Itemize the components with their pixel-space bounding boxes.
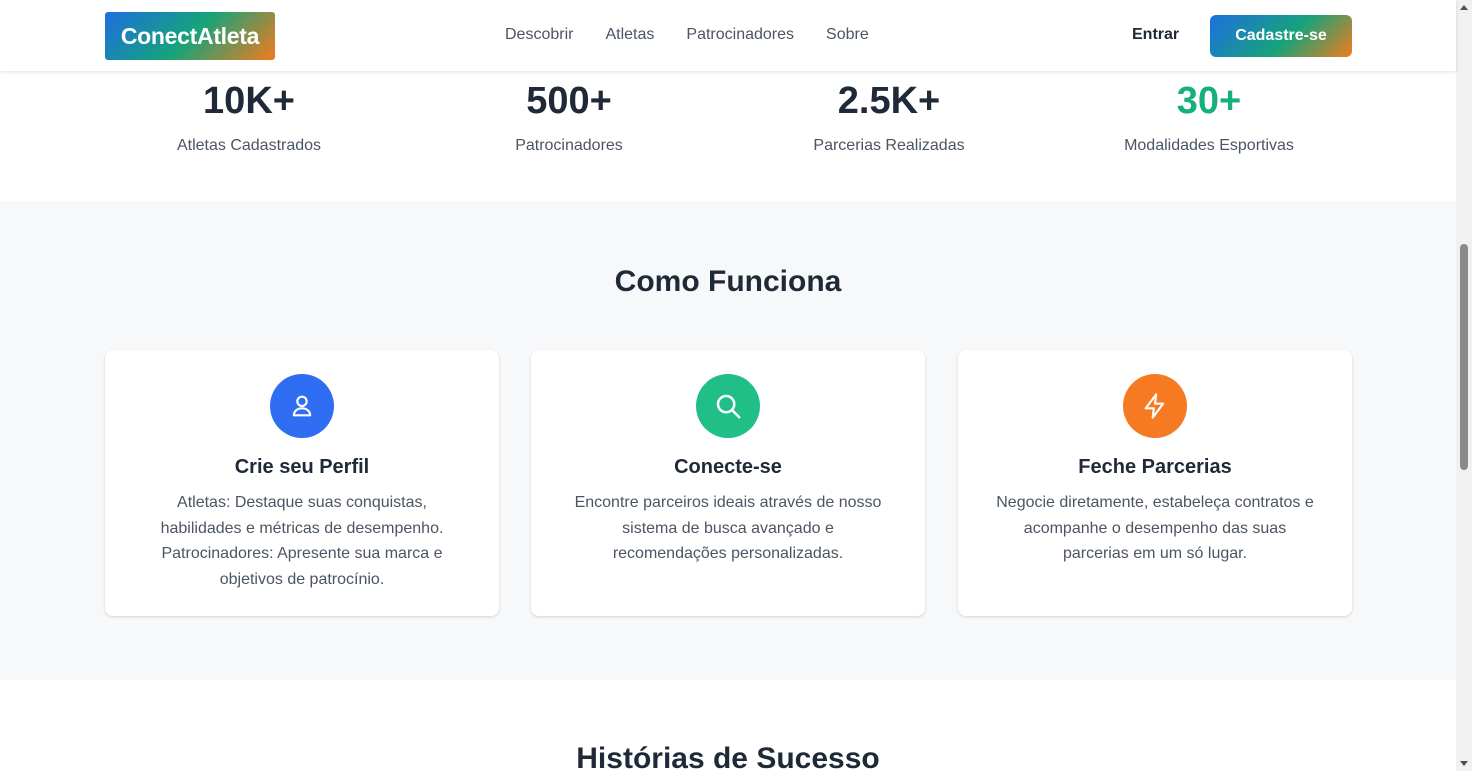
page: ConectAtleta Descobrir Atletas Patrocina… — [0, 0, 1472, 771]
nav-link-patrocinadores[interactable]: Patrocinadores — [686, 24, 794, 46]
card-description: Encontre parceiros ideais através de nos… — [574, 494, 882, 562]
search-icon — [696, 374, 760, 438]
card-title: Crie seu Perfil — [234, 456, 370, 478]
stat-value: 500+ — [526, 80, 612, 122]
nav-link-sobre[interactable]: Sobre — [826, 24, 869, 46]
scroll-down-arrow-icon[interactable] — [1460, 761, 1468, 766]
stat-partnerships: 2.5K+ Parcerias Realizadas — [729, 79, 1049, 155]
nav-link-descobrir[interactable]: Descobrir — [505, 24, 573, 46]
stat-label: Patrocinadores — [515, 137, 623, 154]
feature-card-create-profile: Crie seu Perfil Atletas: Destaque suas c… — [105, 350, 499, 616]
main-nav: Descobrir Atletas Patrocinadores Sobre — [505, 24, 869, 46]
scrollbar-thumb[interactable] — [1460, 244, 1468, 470]
card-description: Negocie diretamente, estabeleça contrato… — [996, 494, 1314, 562]
stat-sports: 30+ Modalidades Esportivas — [1049, 79, 1369, 155]
success-stories-section: Histórias de Sucesso — [0, 680, 1456, 771]
lightning-icon — [1123, 374, 1187, 438]
card-title: Feche Parcerias — [1078, 456, 1232, 478]
top-navbar: ConectAtleta Descobrir Atletas Patrocina… — [0, 0, 1456, 71]
stat-value: 2.5K+ — [837, 80, 941, 122]
card-description: Atletas: Destaque suas conquistas, habil… — [160, 494, 444, 588]
stat-athletes: 10K+ Atletas Cadastrados — [89, 79, 409, 155]
user-icon — [270, 374, 334, 438]
stat-label: Parcerias Realizadas — [813, 137, 965, 154]
stat-label: Modalidades Esportivas — [1124, 137, 1294, 154]
stats-section: 10K+ Atletas Cadastrados 500+ Patrocinad… — [0, 71, 1456, 201]
stat-sponsors: 500+ Patrocinadores — [409, 79, 729, 155]
section-title: Como Funciona — [614, 265, 842, 298]
scroll-up-arrow-icon[interactable] — [1460, 5, 1468, 10]
how-it-works-section: Como Funciona Crie seu Perfil Atletas: D… — [0, 201, 1456, 680]
feature-card-partnerships: Feche Parcerias Negocie diretamente, est… — [958, 350, 1352, 616]
stat-value: 30+ — [1176, 80, 1242, 122]
brand-logo[interactable]: ConectAtleta — [105, 12, 275, 60]
feature-card-connect: Conecte-se Encontre parceiros ideais atr… — [531, 350, 925, 616]
page-scrollbar[interactable] — [1456, 0, 1472, 771]
stat-value: 10K+ — [203, 80, 295, 122]
section-title: Histórias de Sucesso — [576, 742, 880, 771]
stat-label: Atletas Cadastrados — [176, 137, 322, 154]
login-link[interactable]: Entrar — [1132, 24, 1179, 46]
card-title: Conecte-se — [674, 456, 782, 478]
signup-button[interactable]: Cadastre-se — [1210, 15, 1352, 57]
nav-link-atletas[interactable]: Atletas — [605, 24, 654, 46]
